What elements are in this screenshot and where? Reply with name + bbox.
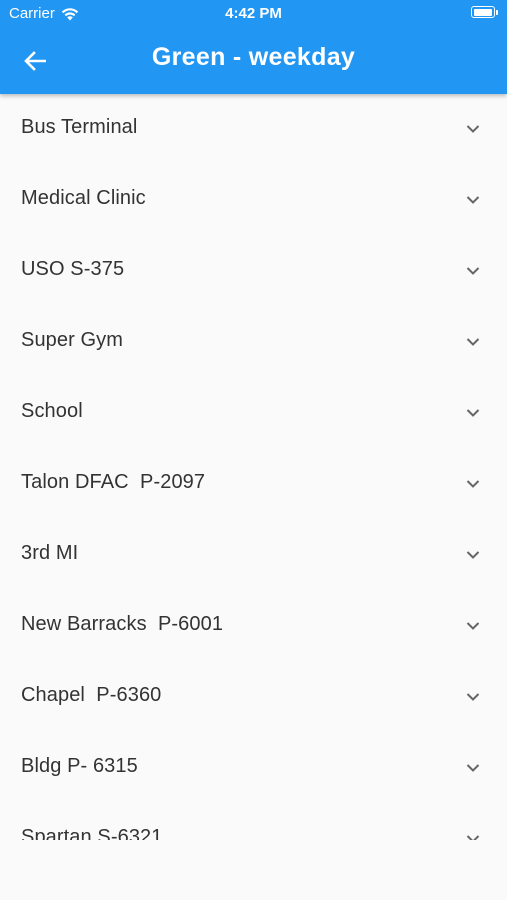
toolbar: Green - weekday [0,28,507,94]
stop-list: Bus Terminal Medical Clinic USO S-375 Su… [0,94,507,840]
stop-label: Super Gym [21,329,124,351]
stop-item-uso[interactable]: USO S-375 [0,236,507,307]
battery-icon [471,6,498,18]
chevron-down-icon [466,338,480,346]
stop-label: School [21,400,83,422]
chevron-down-icon [466,125,480,133]
stop-label: Medical Clinic [21,187,146,209]
stop-label: 3rd MI [21,542,79,564]
status-bar: Carrier 4:42 PM [0,0,507,28]
chevron-down-icon [466,480,480,488]
stop-item-chapel[interactable]: Chapel P-6360 [0,662,507,733]
stop-item-super-gym[interactable]: Super Gym [0,307,507,378]
chevron-down-icon [466,622,480,630]
stop-label: Talon DFAC P-2097 [21,471,206,493]
chevron-down-icon [466,764,480,772]
stop-item-3rd-mi[interactable]: 3rd MI [0,520,507,591]
stop-item-bldg-p-6315[interactable]: Bldg P- 6315 [0,733,507,804]
stop-label: USO S-375 [21,258,125,280]
stop-label: Bus Terminal [21,116,138,138]
stop-label: Spartan S-6321 [21,826,163,840]
stop-item-school[interactable]: School [0,378,507,449]
stop-label: New Barracks P-6001 [21,613,224,635]
chevron-down-icon [466,267,480,275]
status-time: 4:42 PM [225,5,282,22]
chevron-down-icon [466,409,480,417]
stop-label: Bldg P- 6315 [21,755,138,777]
stop-item-talon-dfac[interactable]: Talon DFAC P-2097 [0,449,507,520]
chevron-down-icon [466,551,480,559]
stop-label: Chapel P-6360 [21,684,162,706]
chevron-down-icon [466,196,480,204]
stop-item-new-barracks[interactable]: New Barracks P-6001 [0,591,507,662]
page-title: Green - weekday [151,43,356,71]
stop-item-medical-clinic[interactable]: Medical Clinic [0,165,507,236]
chevron-down-icon [466,693,480,701]
app-bar: Carrier 4:42 PM Green - weekday [0,0,507,94]
chevron-down-icon [466,835,480,840]
stop-item-spartan[interactable]: Spartan S-6321 [0,804,507,840]
stop-item-bus-terminal[interactable]: Bus Terminal [0,94,507,165]
